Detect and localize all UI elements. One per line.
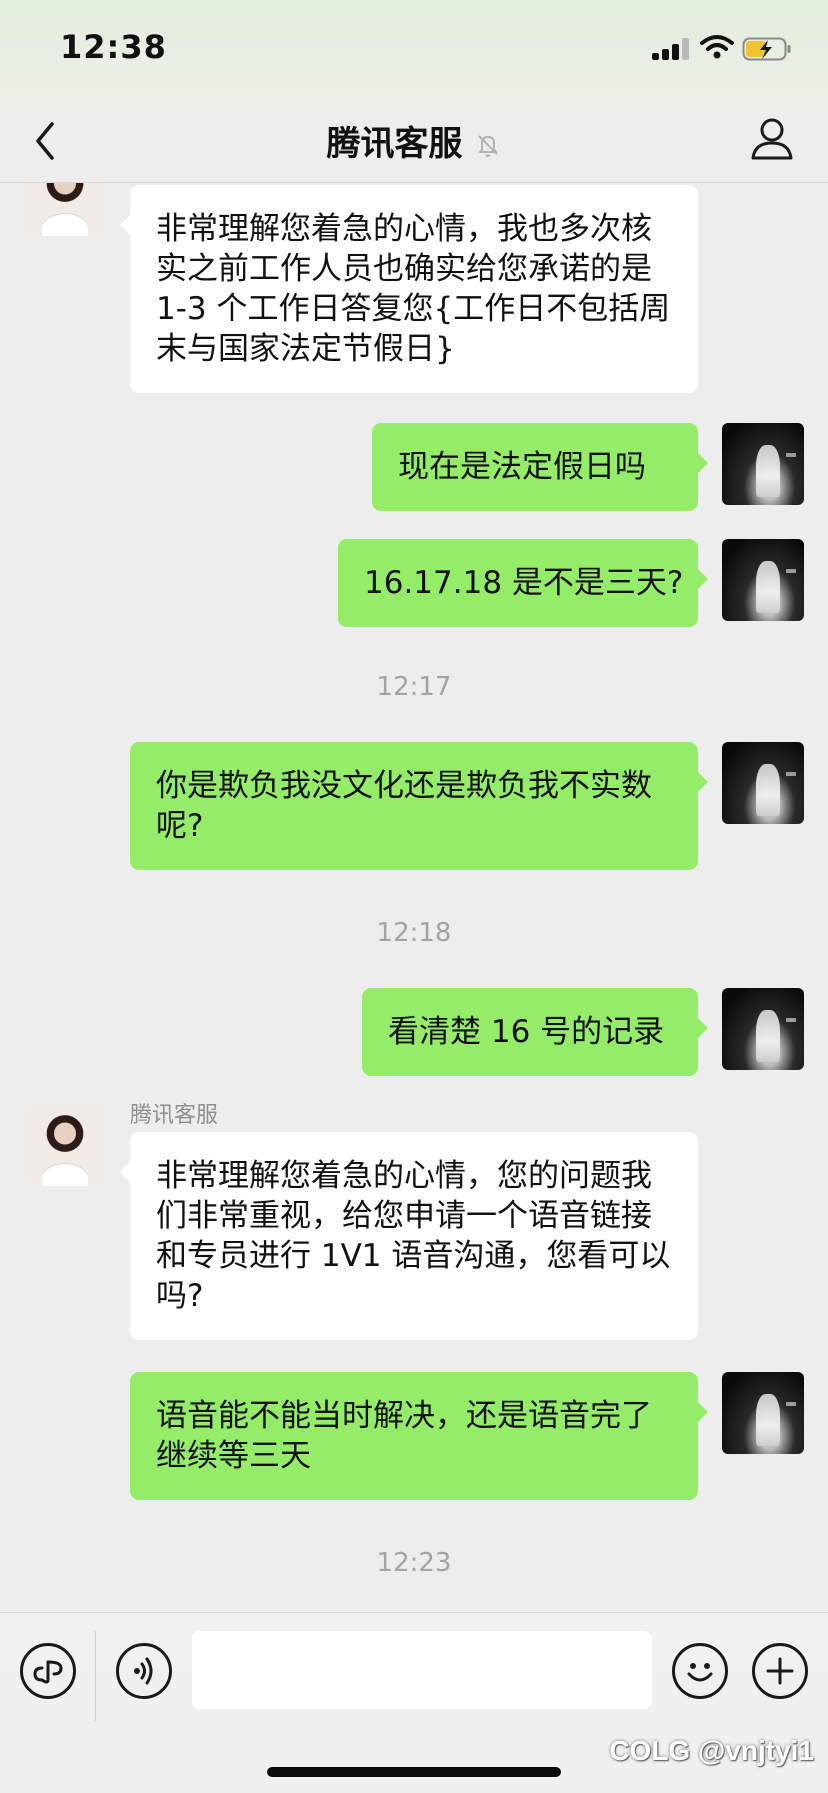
chat-area[interactable]: 非常理解您着急的心情，我也多次核实之前工作人员也确实给您承诺的是 1-3 个工作…	[0, 0, 828, 1612]
message-bubble-agent[interactable]: 非常理解您着急的心情，我也多次核实之前工作人员也确实给您承诺的是 1-3 个工作…	[120, 185, 698, 393]
divider	[95, 1631, 96, 1721]
plus-button[interactable]	[752, 1643, 808, 1699]
message-bubble-user[interactable]: 语音能不能当时解决，还是语音完了继续等三天	[130, 1372, 708, 1500]
message-bubble-user[interactable]: 现在是法定假日吗	[372, 423, 708, 511]
mini-program-button[interactable]	[20, 1643, 76, 1699]
message-bubble-user[interactable]: 你是欺负我没文化还是欺负我不实数呢?	[130, 742, 708, 870]
status-time: 12:38	[60, 28, 167, 66]
emoji-button[interactable]	[672, 1643, 728, 1699]
user-avatar[interactable]	[722, 1372, 804, 1454]
timestamp: 12:17	[376, 672, 452, 702]
message-bubble-user[interactable]: 16.17.18 是不是三天?	[338, 539, 708, 627]
timestamp: 12:23	[376, 1548, 452, 1578]
top-bar: 12:38 腾讯客服	[0, 0, 828, 183]
user-avatar[interactable]	[722, 539, 804, 621]
emoji-icon	[687, 1663, 713, 1682]
sender-name: 腾讯客服	[130, 1103, 219, 1128]
chat-title: 腾讯客服	[326, 124, 463, 164]
message-input[interactable]	[192, 1631, 652, 1709]
watermark: COLG @vnjtyi1	[609, 1735, 814, 1766]
user-avatar[interactable]	[722, 742, 804, 824]
voice-icon	[134, 1657, 153, 1685]
signal-icon	[652, 38, 692, 60]
profile-button[interactable]	[750, 116, 794, 162]
input-bar: COLG @vnjtyi1	[0, 1612, 828, 1793]
timestamp: 12:18	[376, 918, 452, 948]
battery-charging-icon	[742, 37, 791, 61]
link-icon	[33, 1660, 63, 1684]
agent-avatar[interactable]	[24, 1104, 106, 1186]
home-indicator	[267, 1767, 561, 1777]
back-button[interactable]	[28, 118, 64, 164]
bell-off-icon	[477, 135, 498, 157]
wifi-icon	[700, 35, 734, 59]
message-bubble-user[interactable]: 看清楚 16 号的记录	[362, 988, 708, 1076]
user-avatar[interactable]	[722, 988, 804, 1070]
message-bubble-agent[interactable]: 非常理解您着急的心情，您的问题我们非常重视，给您申请一个语音链接和专员进行 1V…	[120, 1132, 698, 1340]
plus-icon	[766, 1657, 794, 1685]
voice-button[interactable]	[116, 1643, 172, 1699]
user-avatar[interactable]	[722, 423, 804, 505]
